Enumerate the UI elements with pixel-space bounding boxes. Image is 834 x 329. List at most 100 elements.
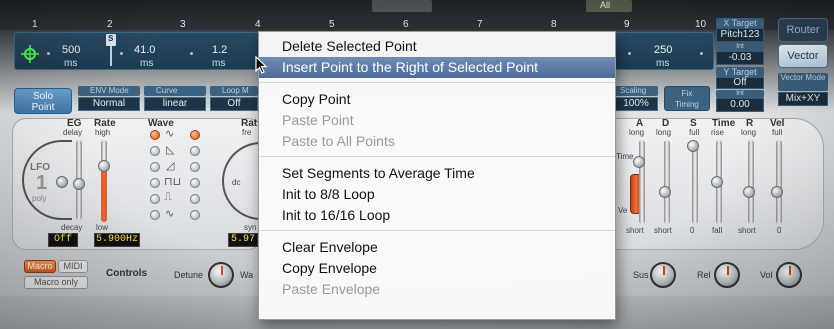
wave-led-right[interactable] xyxy=(190,178,200,188)
attack-slider-handle[interactable] xyxy=(633,156,645,168)
vector-button[interactable]: Vector xyxy=(778,44,828,68)
menu-item-insert-point-right[interactable]: Insert Point to the Right of Selected Po… xyxy=(259,57,615,78)
wave-led-right[interactable] xyxy=(190,162,200,172)
point-time-unit: ms xyxy=(64,58,78,69)
loop-mode-value: Off xyxy=(227,98,241,109)
point-tick xyxy=(47,52,50,55)
menu-item-set-segments-average-time[interactable]: Set Segments to Average Time xyxy=(259,163,615,184)
segment-number: 1 xyxy=(32,19,38,30)
fix-timing-button[interactable]: Fix Timing xyxy=(664,86,710,111)
vol-knob[interactable] xyxy=(776,262,802,288)
y-int-field[interactable]: 0.00 xyxy=(716,98,764,112)
loop-mode-header: Loop M xyxy=(210,86,258,96)
wave-led-left[interactable] xyxy=(150,194,160,204)
lfo-mode-switch[interactable] xyxy=(56,176,68,188)
y-int-header: Int xyxy=(716,90,764,98)
vector-mode-header: Vector Mode xyxy=(778,73,828,91)
x-target-select[interactable]: Pitch123 xyxy=(716,28,764,42)
wave-led-left[interactable] xyxy=(150,146,160,156)
eg-slider-handle[interactable] xyxy=(73,178,85,190)
solo-point-button[interactable]: Solo Point xyxy=(14,88,72,114)
wave-led-left[interactable] xyxy=(150,162,160,172)
menu-item-clear-envelope[interactable]: Clear Envelope xyxy=(259,237,615,258)
wave-led-right[interactable] xyxy=(190,194,200,204)
macro-button[interactable]: Macro xyxy=(24,260,56,273)
point-time-value[interactable]: 41.0 xyxy=(134,44,155,56)
y-target-select[interactable]: Off xyxy=(716,77,764,89)
point-time-value[interactable]: 250 xyxy=(654,44,672,56)
segment-number: 3 xyxy=(180,19,186,30)
macro-only-button[interactable]: Macro only xyxy=(24,276,88,289)
scaling-header: Scaling xyxy=(614,86,658,96)
scaling-header-label: Scaling xyxy=(620,86,647,95)
envelope-context-menu: Delete Selected Point Insert Point to th… xyxy=(258,31,616,320)
wave-led-right[interactable] xyxy=(190,130,200,140)
sustain-marker-label: S xyxy=(108,34,114,43)
rel-knob[interactable] xyxy=(714,262,740,288)
detune-knob[interactable] xyxy=(208,262,234,288)
rate-slider-handle[interactable] xyxy=(98,160,110,172)
sus-knob[interactable] xyxy=(650,262,676,288)
lfo-number: 1 xyxy=(36,172,48,194)
decay-env-slider-track[interactable] xyxy=(664,140,670,224)
velocity-bottom-label: 0 xyxy=(777,226,782,235)
point-time-value[interactable]: 1.2 xyxy=(212,44,227,56)
menu-item-init-8-8-loop[interactable]: Init to 8/8 Loop xyxy=(259,184,615,205)
vector-mode-select[interactable]: Mix+XY xyxy=(778,92,828,106)
velocity-slider-track[interactable] xyxy=(776,140,782,224)
sus-label: Sus xyxy=(633,270,649,280)
menu-item-copy-envelope[interactable]: Copy Envelope xyxy=(259,258,615,279)
detune-label: Detune xyxy=(174,270,204,280)
wave-led-left[interactable] xyxy=(150,178,160,188)
curve-select[interactable]: linear xyxy=(144,97,206,111)
velocity-slider-handle[interactable] xyxy=(771,186,783,198)
sustain-slider-handle[interactable] xyxy=(687,140,699,152)
loop-mode-select[interactable]: Off xyxy=(210,97,258,111)
time-bottom-label: fall xyxy=(712,226,723,235)
sustain-slider-track[interactable] xyxy=(692,140,698,224)
sustain-marker[interactable]: S xyxy=(106,34,116,46)
menu-separator xyxy=(259,230,615,231)
top-ghost-all: All xyxy=(586,0,632,12)
x-int-header: Int xyxy=(716,43,764,51)
wave-square-icon: ⊓⊔ xyxy=(164,176,182,188)
syn-label: syn xyxy=(244,223,257,232)
point-time-value[interactable]: 500 xyxy=(62,44,80,56)
wave-led-right[interactable] xyxy=(190,210,200,220)
mouse-cursor-icon xyxy=(255,55,269,74)
attack-sub-label: long xyxy=(629,128,645,137)
scaling-value: 100% xyxy=(623,98,649,109)
release-slider-handle[interactable] xyxy=(743,186,755,198)
x-int-field[interactable]: -0.03 xyxy=(716,51,764,65)
y-target-header: Y Target xyxy=(716,67,764,77)
router-button[interactable]: Router xyxy=(778,18,828,42)
attack-slider-track[interactable] xyxy=(639,140,645,224)
midi-button[interactable]: MIDI xyxy=(58,260,88,273)
x-target-header: X Target xyxy=(716,18,764,28)
point-tick xyxy=(190,52,193,55)
wave-led-left[interactable] xyxy=(150,210,160,220)
crosshair-icon[interactable] xyxy=(20,44,40,64)
decay-env-slider-handle[interactable] xyxy=(659,186,671,198)
router-button-label: Router xyxy=(786,24,820,36)
wave-led-right[interactable] xyxy=(190,146,200,156)
x-int-value: -0.03 xyxy=(728,52,752,63)
menu-item-delete-selected-point[interactable]: Delete Selected Point xyxy=(259,36,615,57)
menu-item-init-16-16-loop[interactable]: Init to 16/16 Loop xyxy=(259,205,615,226)
rate-sub-label: high xyxy=(95,128,111,137)
menu-separator xyxy=(259,82,615,83)
wave-random-step-icon: ⎍ xyxy=(164,191,172,203)
y-int-value: 0.00 xyxy=(730,99,750,110)
time-sub-label: rise xyxy=(711,128,724,137)
menu-item-paste-envelope: Paste Envelope xyxy=(282,281,381,297)
wave-led-left[interactable] xyxy=(150,130,160,140)
point-time-unit: ms xyxy=(212,58,226,69)
menu-item-copy-point[interactable]: Copy Point xyxy=(259,89,615,110)
scaling-field[interactable]: 100% xyxy=(614,97,658,111)
release-slider-track[interactable] xyxy=(748,140,754,224)
vector-button-label: Vector xyxy=(787,50,819,62)
time-slider-handle[interactable] xyxy=(711,176,723,188)
top-ghost-label: All xyxy=(600,0,611,10)
env-mode-select[interactable]: Normal xyxy=(78,97,140,111)
rel-label: Rel xyxy=(697,270,711,280)
